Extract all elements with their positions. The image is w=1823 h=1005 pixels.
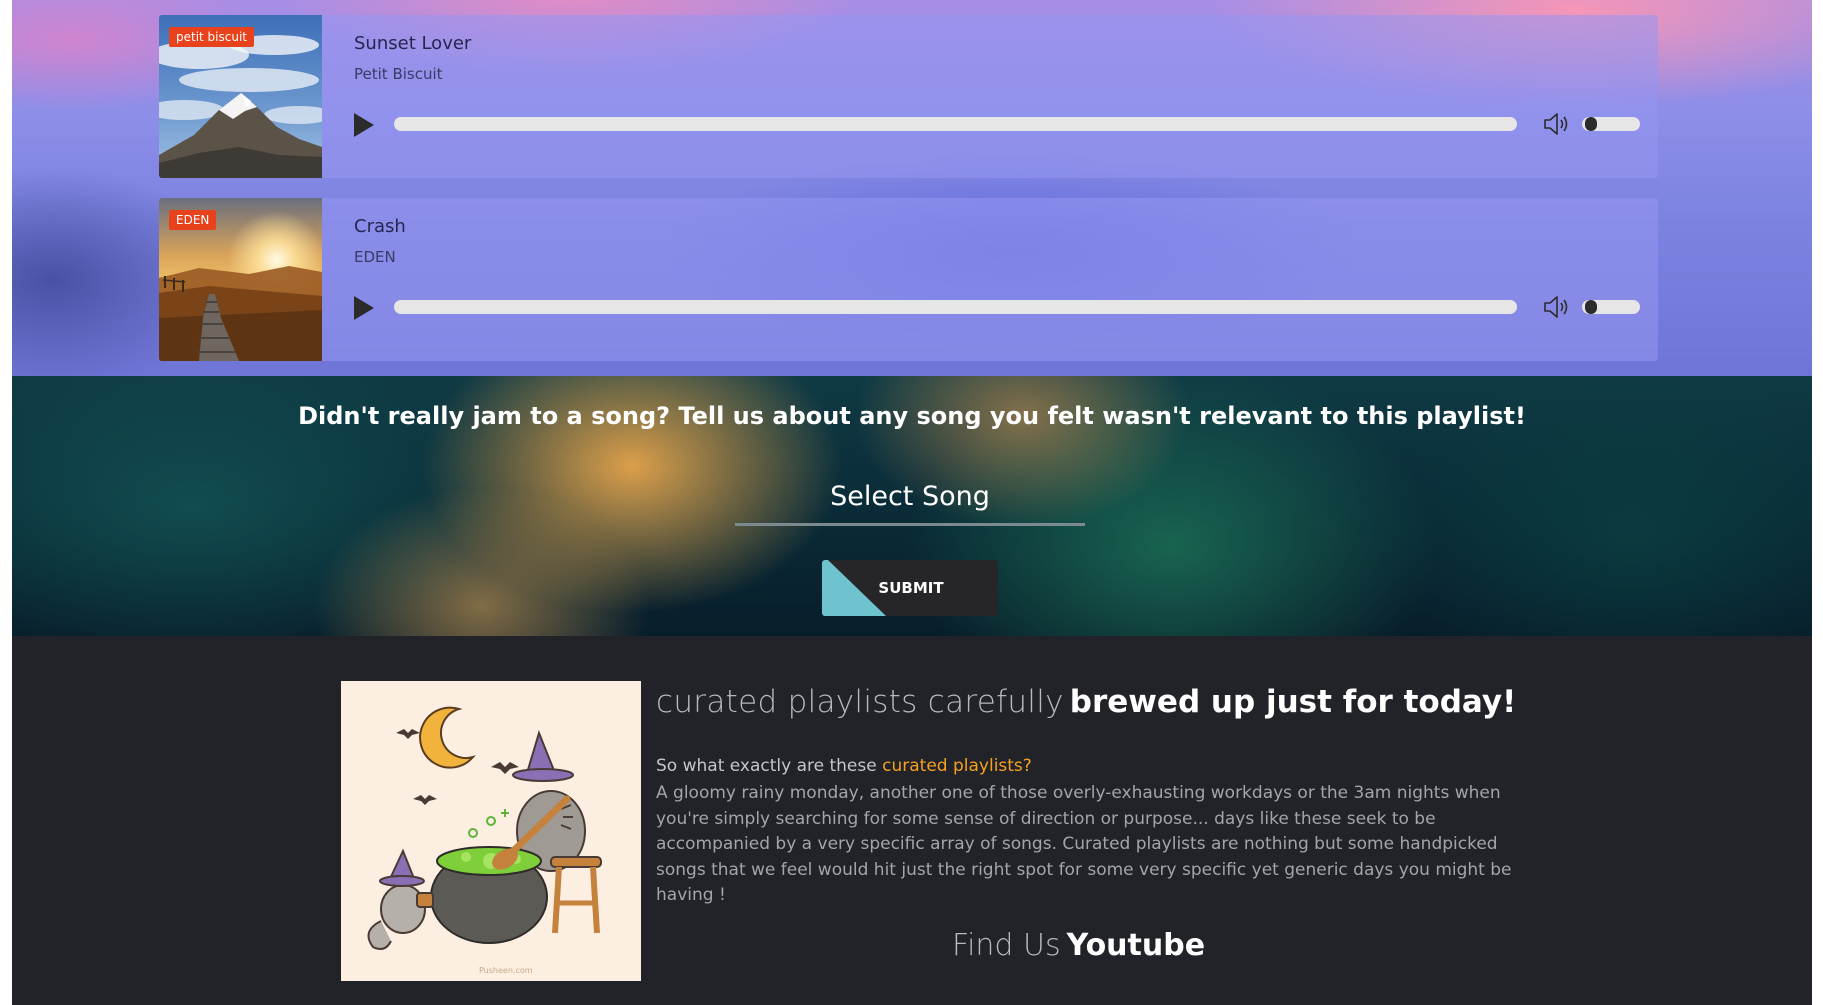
youtube-link[interactable]: Youtube xyxy=(1067,928,1205,963)
song-card: petit biscuit Sunset Lover Petit Biscuit xyxy=(159,15,1658,178)
find-us-label: Find Us xyxy=(952,928,1061,963)
songs-section: petit biscuit Sunset Lover Petit Biscuit xyxy=(12,0,1812,376)
progress-bar[interactable] xyxy=(394,300,1517,314)
volume-slider[interactable] xyxy=(1582,300,1640,314)
mountain-cover-image: petit biscuit xyxy=(159,15,322,178)
headline-light: curated playlists carefully xyxy=(656,684,1064,720)
page: petit biscuit Sunset Lover Petit Biscuit xyxy=(12,0,1812,1005)
image-caption: Pusheen.com xyxy=(479,966,533,975)
song-artist: EDEN xyxy=(354,248,396,266)
progress-bar[interactable] xyxy=(394,117,1517,131)
submit-button[interactable]: SUBMIT xyxy=(822,560,998,616)
play-icon[interactable] xyxy=(352,294,376,322)
sunset-path-cover-image: EDEN xyxy=(159,198,322,361)
song-artist: Petit Biscuit xyxy=(354,65,443,83)
submit-label: SUBMIT xyxy=(878,579,944,597)
song-title: Sunset Lover xyxy=(354,33,472,54)
song-title: Crash xyxy=(354,216,406,237)
question-highlight: curated playlists? xyxy=(882,756,1032,776)
select-song-dropdown[interactable]: Select Song xyxy=(735,474,1085,526)
volume-icon[interactable] xyxy=(1542,111,1572,137)
about-headline: curated playlists carefully brewed up jus… xyxy=(656,684,1516,720)
volume-knob[interactable] xyxy=(1584,117,1597,131)
find-us: Find Us Youtube xyxy=(952,928,1205,963)
feedback-section: Didn't really jam to a song? Tell us abo… xyxy=(12,376,1812,636)
volume-slider[interactable] xyxy=(1582,117,1640,131)
artist-badge: petit biscuit xyxy=(169,27,255,47)
artist-badge: EDEN xyxy=(169,210,217,230)
about-section: Pusheen.com curated playlists carefully b… xyxy=(12,636,1812,1005)
about-question: So what exactly are these curated playli… xyxy=(656,756,1032,776)
volume-knob[interactable] xyxy=(1584,300,1597,314)
volume-icon[interactable] xyxy=(1542,294,1572,320)
about-body: A gloomy rainy monday, another one of th… xyxy=(656,783,1512,905)
play-icon[interactable] xyxy=(352,111,376,139)
song-card: EDEN Crash EDEN xyxy=(159,198,1658,361)
question-prefix: So what exactly are these xyxy=(656,756,883,776)
pusheen-witch-cauldron-illustration: Pusheen.com xyxy=(341,681,641,981)
feedback-heading: Didn't really jam to a song? Tell us abo… xyxy=(298,402,1526,430)
headline-bold: brewed up just for today! xyxy=(1069,684,1517,720)
